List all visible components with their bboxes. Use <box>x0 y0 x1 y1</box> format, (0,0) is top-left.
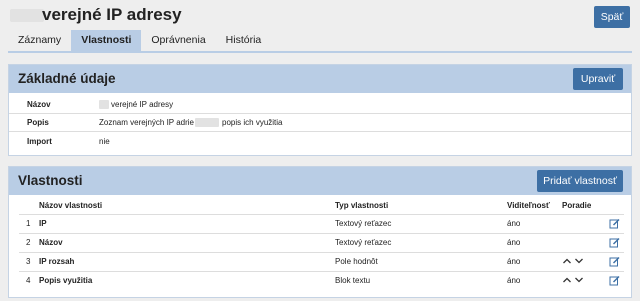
info-row-description: Popis Zoznam verejných IP adrie popis ich… <box>9 114 631 132</box>
info-value: Zoznam verejných IP adrie popis ich využi… <box>99 117 283 128</box>
property-visibility: áno <box>507 233 562 253</box>
tab-records[interactable]: Záznamy <box>8 30 71 51</box>
basic-info-header: Základné údaje Upraviť <box>9 65 631 93</box>
info-value-text: Zoznam verejných IP adrie <box>99 117 195 127</box>
property-name: IP rozsah <box>39 252 335 272</box>
info-label: Import <box>27 136 52 146</box>
tab-underline <box>8 51 632 53</box>
table-row: 1 IP Textový reťazec áno <box>19 214 624 234</box>
col-visibility: Viditeľnosť <box>507 198 562 215</box>
table-row: 2 Názov Textový reťazec áno <box>19 233 624 253</box>
info-label: Názov <box>27 100 51 109</box>
edit-button[interactable]: Upraviť <box>573 68 623 90</box>
table-header-row: Názov vlastnosti Typ vlastnosti Viditeľn… <box>19 198 624 215</box>
back-button[interactable]: Späť <box>594 6 630 28</box>
info-value-text: verejné IP adresy <box>111 99 174 109</box>
col-edit <box>598 198 624 215</box>
col-type: Typ vlastnosti <box>335 198 507 215</box>
edit-icon[interactable] <box>609 256 620 267</box>
edit-cell <box>598 252 624 272</box>
edit-cell <box>598 214 624 234</box>
property-visibility: áno <box>507 252 562 272</box>
property-type: Textový reťazec <box>335 214 507 234</box>
edit-cell <box>598 271 624 290</box>
property-name: Názov <box>39 233 335 253</box>
row-number: 1 <box>19 214 39 234</box>
move-down-icon[interactable] <box>574 258 584 264</box>
redacted-text <box>195 118 220 128</box>
edit-icon[interactable] <box>609 275 620 286</box>
properties-header: Vlastnosti Pridať vlastnosť <box>9 167 631 195</box>
info-value: verejné IP adresy <box>99 99 174 110</box>
property-visibility: áno <box>507 276 521 286</box>
page-title: verejné IP adresy <box>42 5 182 24</box>
col-num <box>19 198 39 215</box>
row-number: 4 <box>26 276 31 286</box>
info-row-name: Názov verejné IP adresy <box>9 96 631 114</box>
add-property-button[interactable]: Pridať vlastnosť <box>537 170 623 192</box>
move-up-icon[interactable] <box>562 258 572 264</box>
property-type: Textový reťazec <box>335 233 507 253</box>
redacted-text <box>99 100 109 110</box>
tab-permissions[interactable]: Oprávnenia <box>141 30 215 51</box>
edit-icon[interactable] <box>609 237 620 248</box>
info-value: nie <box>99 136 110 146</box>
order-cell <box>562 252 598 272</box>
col-name: Názov vlastnosti <box>39 198 335 215</box>
tab-bar: Záznamy Vlastnosti Oprávnenia História <box>8 30 271 51</box>
col-order: Poradie <box>562 198 598 215</box>
move-up-icon[interactable] <box>562 277 572 283</box>
basic-info-panel: Základné údaje Upraviť Názov verejné IP … <box>8 64 632 156</box>
table-row: 3 IP rozsah Pole hodnôt áno <box>19 252 624 272</box>
edit-icon[interactable] <box>609 218 620 229</box>
edit-cell <box>598 233 624 253</box>
order-cell <box>562 214 598 234</box>
row-number: 3 <box>19 252 39 272</box>
info-value-text: popis ich využitia <box>222 117 283 127</box>
tab-history[interactable]: História <box>216 30 272 51</box>
properties-heading: Vlastnosti <box>18 173 83 188</box>
property-type: Blok textu <box>335 276 371 286</box>
property-name: IP <box>39 214 335 234</box>
order-cell <box>562 271 598 290</box>
property-visibility: áno <box>507 214 562 234</box>
order-cell <box>562 233 598 253</box>
info-label: Popis <box>27 118 49 127</box>
move-down-icon[interactable] <box>574 277 584 283</box>
row-number: 2 <box>19 233 39 253</box>
property-name: Popis využitia <box>39 276 93 286</box>
tab-properties[interactable]: Vlastnosti <box>71 30 142 51</box>
info-row-import: Import nie <box>9 132 631 150</box>
properties-panel: Vlastnosti Pridať vlastnosť Názov vlastn… <box>8 166 632 298</box>
property-type: Pole hodnôt <box>335 252 507 272</box>
redacted-title-prefix <box>10 9 44 22</box>
basic-info-heading: Základné údaje <box>18 71 116 86</box>
table-row: 4 Popis využitia Blok textu áno <box>19 271 624 290</box>
properties-table: Názov vlastnosti Typ vlastnosti Viditeľn… <box>19 198 624 290</box>
